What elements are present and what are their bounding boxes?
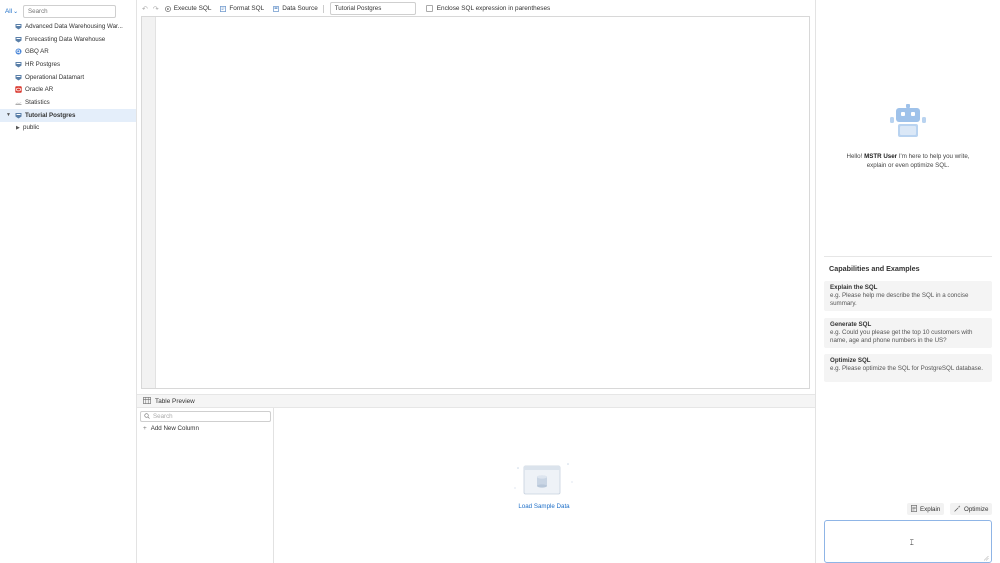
greeting-user-name: MSTR User — [864, 153, 898, 160]
format-icon — [220, 5, 227, 12]
assistant-greeting: Hello! MSTR User I'm here to help you wr… — [846, 152, 970, 170]
table-icon — [143, 396, 151, 406]
format-sql-button[interactable]: Format SQL — [220, 5, 264, 12]
undo-icon[interactable]: ↶ — [142, 5, 148, 13]
optimize-button-label: Optimize — [964, 505, 989, 513]
sidebar-item-label: Advanced Data Warehousing War... — [25, 22, 123, 30]
warehouse-icon — [15, 23, 22, 30]
execute-sql-label: Execute SQL — [173, 5, 212, 12]
table-preview-header: Table Preview — [137, 394, 815, 408]
format-sql-label: Format SQL — [229, 5, 265, 12]
sidebar-item-label: public — [23, 124, 40, 132]
execute-sql-button[interactable]: Execute SQL — [164, 5, 212, 12]
sidebar-item-operational-datamart[interactable]: Operational Datamart — [0, 71, 136, 84]
resize-grip-icon[interactable] — [983, 555, 989, 561]
enclose-checkbox[interactable] — [425, 5, 433, 12]
caret-right-icon[interactable]: ▶ — [16, 125, 20, 131]
database-icon — [273, 5, 280, 12]
optimize-button[interactable]: Optimize — [950, 503, 993, 515]
data-source-label: Data Source — [282, 5, 318, 12]
sidebar-item-label: GBQ AR — [25, 48, 49, 56]
capability-example: e.g. Could you please get the top 10 cus… — [830, 329, 973, 344]
add-new-column-label: Add New Column — [150, 425, 199, 432]
capability-title: Optimize SQL — [830, 357, 871, 364]
datasource-sidebar: All ⌄ Advanced Data Warehousing War... F… — [0, 0, 137, 563]
enclose-label: Enclose SQL expression in parentheses — [436, 5, 551, 12]
chevron-down-icon: ⌄ — [13, 9, 19, 15]
bigquery-icon — [15, 48, 22, 55]
sidebar-item-forecasting-dw[interactable]: Forecasting Data Warehouse — [0, 33, 136, 46]
sidebar-item-hr-postgres[interactable]: HR Postgres — [0, 58, 136, 71]
datasource-list: Advanced Data Warehousing War... Forecas… — [0, 20, 136, 134]
greeting-prefix: Hello! — [846, 153, 863, 160]
capability-title: Explain the SQL — [830, 284, 878, 291]
capabilities-divider — [824, 256, 992, 257]
table-preview-title: Table Preview — [155, 397, 195, 405]
sidebar-item-label: Forecasting Data Warehouse — [25, 35, 106, 43]
caret-down-icon[interactable]: ▼ — [6, 112, 11, 118]
oracle-icon — [15, 86, 22, 93]
sidebar-item-label: HR Postgres — [25, 60, 61, 68]
postgres-icon — [15, 61, 22, 68]
filter-row: All ⌄ — [5, 5, 23, 18]
plus-icon: + — [143, 425, 147, 432]
document-icon — [911, 504, 917, 514]
robot-icon — [888, 104, 928, 138]
capability-generate-card[interactable]: Generate SQL e.g. Could you please get t… — [824, 318, 992, 348]
statistics-icon — [15, 99, 22, 106]
preview-search-placeholder: Search — [153, 413, 173, 420]
toolbar-divider — [322, 4, 324, 13]
explain-button[interactable]: Explain — [907, 503, 945, 515]
filter-label: All — [5, 8, 13, 15]
capability-optimize-card[interactable]: Optimize SQL e.g. Please optimize the SQ… — [824, 354, 992, 382]
sql-assistant-panel: Hello! MSTR User I'm here to help you wr… — [816, 0, 1000, 563]
warehouse-icon — [15, 36, 22, 43]
sql-toolbar: ↶ ↷ Execute SQL Format SQL Data Source T… — [137, 0, 815, 17]
sidebar-item-oracle-ar[interactable]: Oracle AR — [0, 83, 136, 96]
sidebar-search-input[interactable] — [23, 5, 116, 18]
line-number-gutter — [142, 17, 156, 388]
sidebar-item-label: Statistics — [25, 98, 50, 106]
load-sample-data-link[interactable]: Load Sample Data — [510, 503, 578, 510]
filter-dropdown[interactable]: All ⌄ — [5, 8, 23, 15]
capability-example: e.g. Please help me describe the SQL in … — [830, 292, 969, 307]
sidebar-item-label: Tutorial Postgres — [25, 111, 76, 119]
data-source-select[interactable]: Tutorial Postgres — [329, 2, 416, 15]
capability-explain-card[interactable]: Explain the SQL e.g. Please help me desc… — [824, 281, 992, 311]
search-icon — [144, 412, 150, 421]
sql-editor[interactable] — [141, 16, 810, 389]
postgres-icon — [15, 112, 22, 119]
preview-search-box[interactable]: Search — [140, 411, 271, 422]
play-icon — [164, 5, 171, 12]
warehouse-icon — [15, 74, 22, 81]
sidebar-item-tutorial-postgres[interactable]: ▼ Tutorial Postgres — [0, 108, 136, 122]
add-new-column-button[interactable]: + Add New Column — [143, 425, 199, 432]
sidebar-item-label: Operational Datamart — [25, 73, 85, 81]
enclose-parentheses-option[interactable]: Enclose SQL expression in parentheses — [425, 5, 551, 12]
preview-column-panel: Search + Add New Column — [137, 408, 274, 563]
sidebar-item-label: Oracle AR — [25, 86, 54, 94]
sidebar-item-advanced-dw[interactable]: Advanced Data Warehousing War... — [0, 20, 136, 33]
data-source-button[interactable]: Data Source — [273, 5, 318, 12]
capabilities-title: Capabilities and Examples — [829, 264, 920, 273]
redo-icon[interactable]: ↷ — [153, 5, 159, 13]
capability-title: Generate SQL — [830, 321, 872, 328]
sidebar-item-statistics[interactable]: Statistics — [0, 96, 136, 109]
text-cursor-icon: 𝙸 — [909, 538, 915, 547]
sidebar-item-public-schema[interactable]: ▶ public — [0, 122, 136, 135]
sidebar-item-gbq-ar[interactable]: GBQ AR — [0, 45, 136, 58]
assistant-chat-input[interactable]: 𝙸 — [824, 520, 992, 563]
capability-example: e.g. Please optimize the SQL for Postgre… — [830, 365, 983, 372]
magic-wand-icon — [954, 504, 961, 514]
explain-button-label: Explain — [920, 505, 941, 513]
